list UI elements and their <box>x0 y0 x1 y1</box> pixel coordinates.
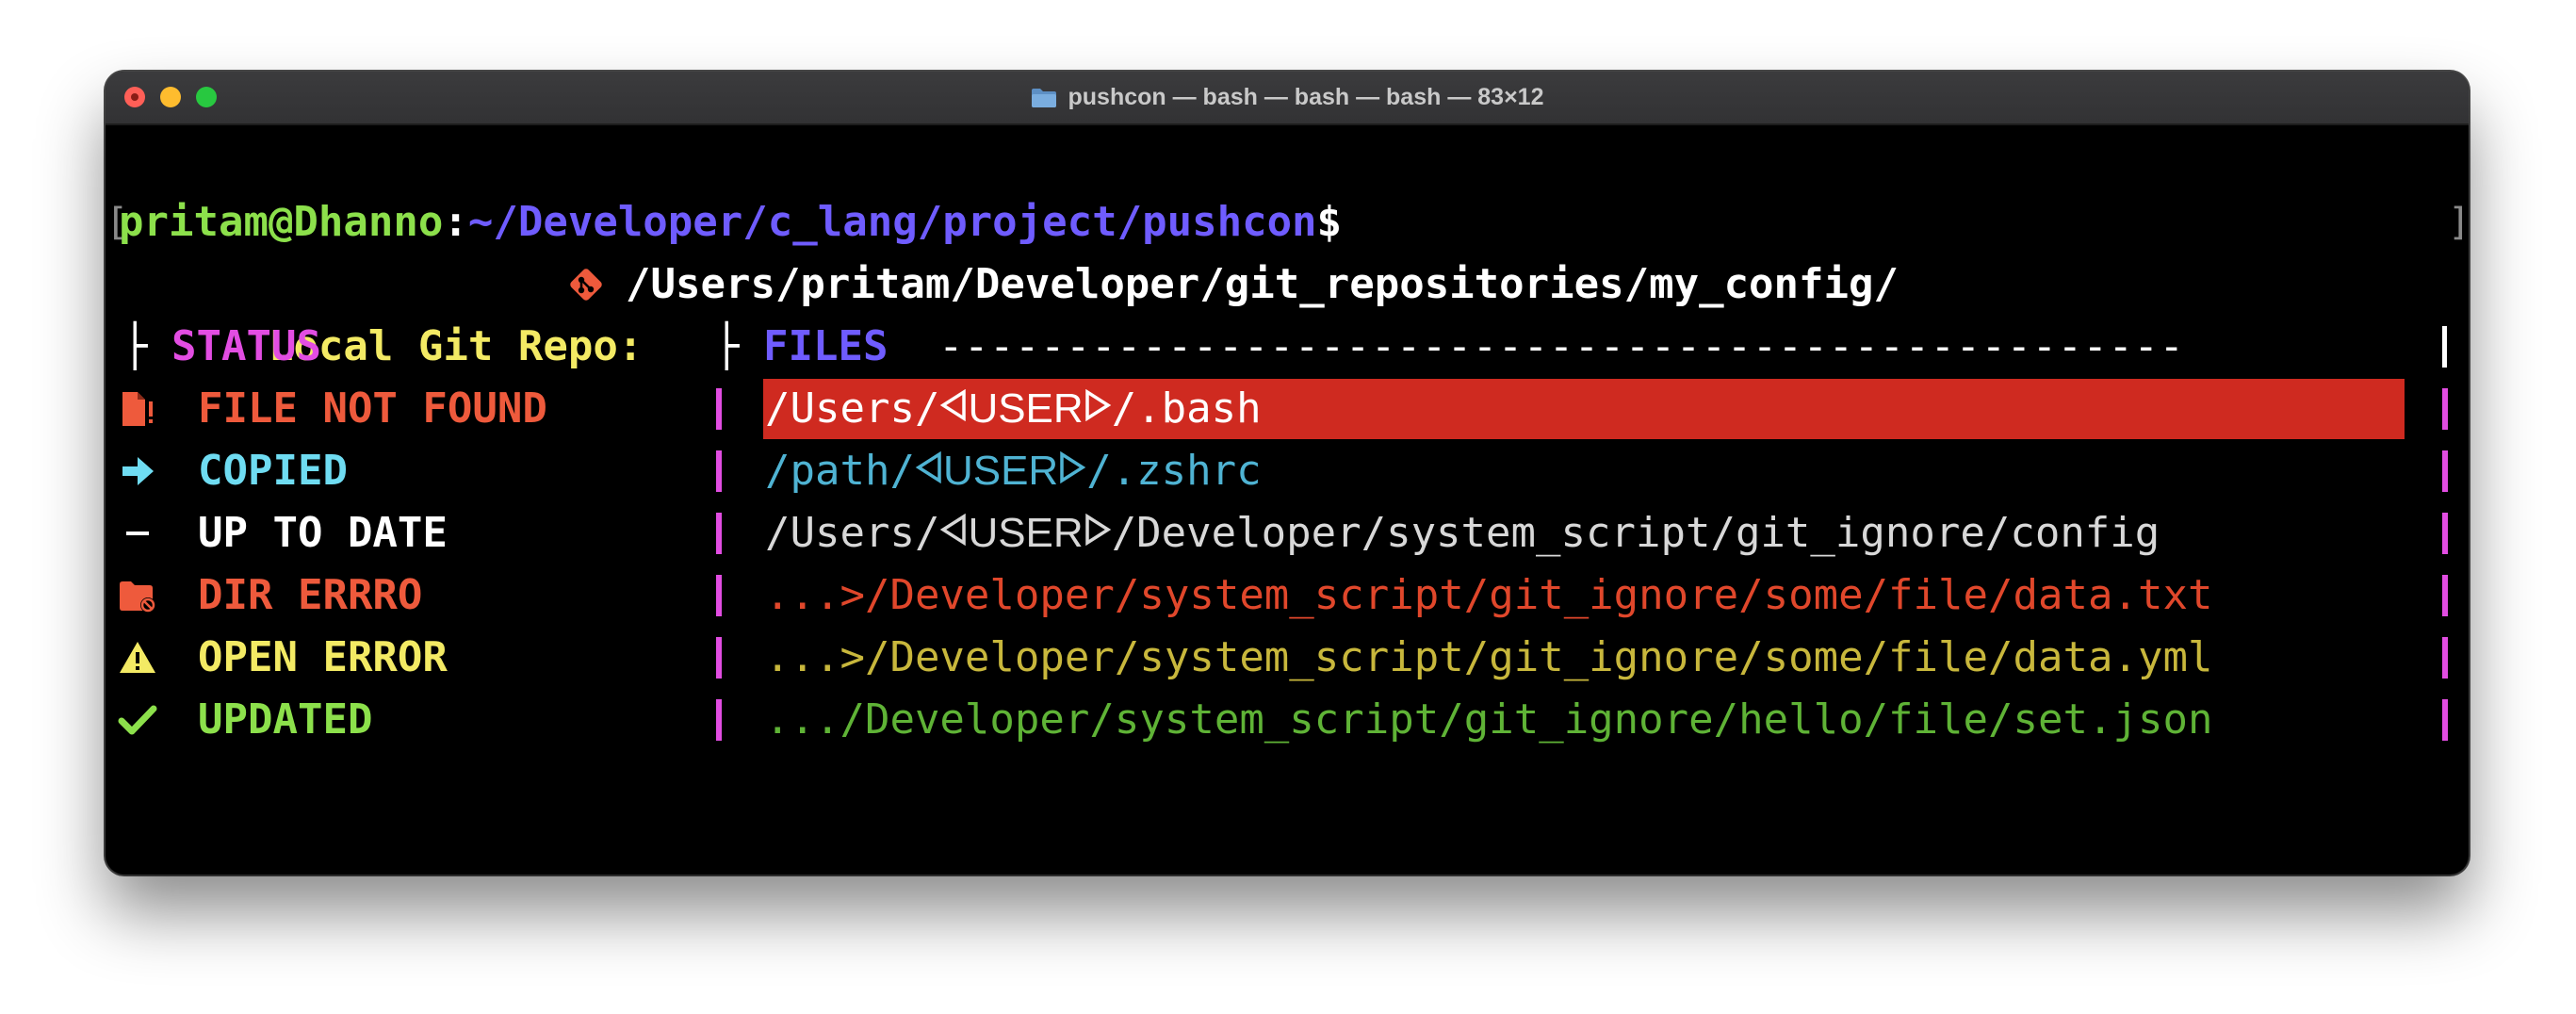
status-row-updated: UPDATED .../Developer/system_script/git_… <box>106 689 2469 751</box>
file-path-suffix: /Developer/system_script/git_ignore/conf… <box>1111 509 2160 557</box>
status-label: UPDATED <box>198 695 373 744</box>
terminal-window: pushcon — bash — bash — bash — 83×12 [ ]… <box>106 72 2469 875</box>
right-border <box>2442 388 2448 430</box>
files-header-prefix: ├ <box>714 322 740 370</box>
status-row-up-to-date: UP TO DATE /Users/USER/Developer/system_… <box>106 502 2469 564</box>
right-border <box>2442 637 2448 679</box>
dash-icon <box>115 502 160 564</box>
right-border <box>2442 575 2448 616</box>
user-token: USER <box>968 385 1084 432</box>
right-triangle-icon <box>1084 377 1112 439</box>
column-separator <box>716 699 722 741</box>
prompt-user-host: pritam@Dhanno <box>119 198 444 246</box>
repo-path: /Users/pritam/Developer/git_repositories… <box>626 260 1899 308</box>
file-path-prefix: /Users/ <box>765 509 940 557</box>
status-row-dir-error: DIR ERRRO ...>/Developer/system_script/g… <box>106 564 2469 627</box>
right-triangle-icon <box>1058 439 1086 501</box>
file-path[interactable]: /path/USER /.zshrc <box>765 440 1262 504</box>
left-triangle-icon <box>939 501 968 564</box>
right-border <box>2442 450 2448 492</box>
prompt-separator: : <box>443 198 468 246</box>
window-title: pushcon — bash — bash — bash — 83×12 <box>106 72 2469 123</box>
left-triangle-icon <box>915 439 943 501</box>
arrow-right-icon <box>115 440 160 502</box>
file-alert-icon <box>115 378 160 440</box>
folder-icon <box>1031 88 1057 108</box>
folder-error-icon <box>115 564 160 627</box>
column-separator <box>716 450 722 492</box>
user-token: USER <box>942 448 1059 494</box>
git-icon <box>563 254 609 316</box>
repo-label: Local Git Repo: <box>268 322 644 370</box>
files-header-rule: ----------------------------------------… <box>938 322 2185 370</box>
file-path-suffix: /.bash <box>1111 384 1262 433</box>
status-label: DIR ERRRO <box>198 571 423 619</box>
file-path-prefix: /path/ <box>765 447 915 495</box>
status-row-file-not-found: FILE NOT FOUND /Users/USER /.bash <box>106 378 2469 440</box>
file-path[interactable]: .../Developer/system_script/git_ignore/h… <box>765 689 2212 751</box>
file-path[interactable]: ...>/Developer/system_script/git_ignore/… <box>765 564 2212 627</box>
column-separator <box>716 513 722 554</box>
checkmark-icon <box>115 689 160 751</box>
header-right-border <box>2442 326 2447 368</box>
right-gutter: ] <box>2448 201 2469 244</box>
right-border <box>2442 699 2448 741</box>
right-triangle-icon <box>1084 501 1112 564</box>
file-path[interactable]: /Users/USER /.bash <box>765 378 1262 442</box>
title-bar: pushcon — bash — bash — bash — 83×12 <box>106 72 2469 125</box>
left-triangle-icon <box>939 377 968 439</box>
column-separator <box>716 637 722 679</box>
file-path-suffix: /.zshrc <box>1086 447 1262 495</box>
status-label: OPEN ERROR <box>198 633 448 681</box>
warning-icon <box>115 627 160 689</box>
terminal-body[interactable]: [ ] pritam@Dhanno:~/Developer/c_lang/pro… <box>106 125 2469 875</box>
status-label: UP TO DATE <box>198 509 448 557</box>
status-header-prefix: ├ <box>122 322 148 370</box>
file-path-prefix: /Users/ <box>765 384 940 433</box>
user-token: USER <box>968 510 1084 556</box>
column-separator <box>716 575 722 616</box>
window-title-text: pushcon — bash — bash — bash — 83×12 <box>1068 84 1544 110</box>
status-row-copied: COPIED /path/USER /.zshrc <box>106 440 2469 502</box>
prompt-path: ~/Developer/c_lang/project/pushcon <box>467 198 1317 246</box>
column-separator <box>716 388 722 430</box>
status-label: COPIED <box>198 447 348 495</box>
prompt-line: pritam@Dhanno:~/Developer/c_lang/project… <box>119 191 1342 254</box>
file-path[interactable]: /Users/USER/Developer/system_script/git_… <box>765 502 2160 566</box>
right-border <box>2442 513 2448 554</box>
status-header: STATUS <box>171 322 321 370</box>
file-path[interactable]: ...>/Developer/system_script/git_ignore/… <box>765 627 2212 689</box>
status-label: FILE NOT FOUND <box>198 384 547 433</box>
prompt-symbol: $ <box>1316 198 1343 246</box>
files-header: FILES <box>763 322 889 370</box>
status-row-open-error: OPEN ERROR ...>/Developer/system_script/… <box>106 627 2469 689</box>
